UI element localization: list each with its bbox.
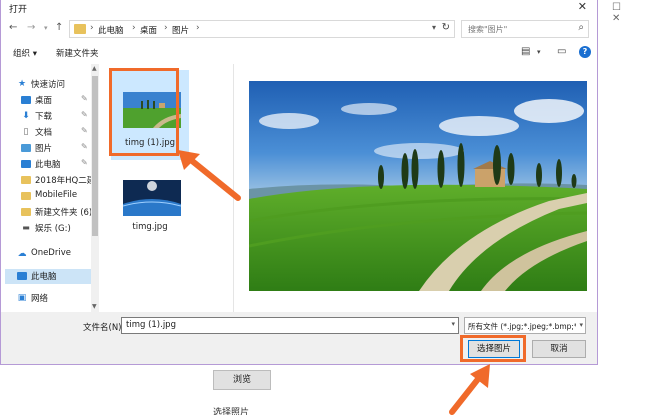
open-file-dialog: 打开 ✕ ← → ▾ ↑ › 此电脑 › 桌面 › 图片 › ▾ ↻ 搜索"图片… xyxy=(0,0,598,365)
chevron-down-icon[interactable]: ▾ xyxy=(537,48,541,56)
chevron-right-icon[interactable]: › xyxy=(164,23,168,33)
network-icon: ▣ xyxy=(17,293,27,303)
scroll-up-icon[interactable]: ▲ xyxy=(92,65,97,72)
breadcrumb-desktop[interactable]: 桌面 xyxy=(140,24,157,36)
chevron-down-icon[interactable]: ▾ xyxy=(579,321,583,329)
scroll-thumb[interactable] xyxy=(92,76,98,236)
navigation-bar: ← → ▾ ↑ › 此电脑 › 桌面 › 图片 › ▾ ↻ 搜索"图片" ⌕ xyxy=(1,16,597,42)
pin-icon[interactable]: ✎ xyxy=(81,158,88,167)
new-folder-button[interactable]: 新建文件夹 xyxy=(56,47,99,59)
toolbar: 组织 ▾ 新建文件夹 ▤ ▾ ▭ ? xyxy=(1,42,597,64)
pin-icon[interactable]: ✎ xyxy=(81,126,88,135)
navigation-pane: ★ 快速访问 桌面 ✎ ⬇ 下载 ✎ ▯ 文档 ✎ 图片 ✎ 此电脑 ✎ 201… xyxy=(1,64,99,312)
organize-button[interactable]: 组织 ▾ xyxy=(13,47,37,59)
refresh-icon[interactable]: ↻ xyxy=(442,22,450,33)
page: ☐ ✕ 打开 ✕ ← → ▾ ↑ › 此电脑 › 桌面 › 图片 › ▾ ↻ 搜… xyxy=(0,0,655,415)
desktop-icon xyxy=(21,96,31,104)
chevron-down-icon[interactable]: ▾ xyxy=(451,320,455,328)
annotation-arrow-icon xyxy=(178,150,241,201)
annotation-arrow-icon xyxy=(449,364,490,415)
earth-thumbnail-icon xyxy=(123,180,181,216)
pin-icon[interactable]: ✎ xyxy=(81,142,88,151)
folder-icon xyxy=(21,192,31,200)
breadcrumb-pictures[interactable]: 图片 xyxy=(172,24,189,36)
chevron-down-icon[interactable]: ▾ xyxy=(432,23,436,32)
content-area: ★ 快速访问 桌面 ✎ ⬇ 下载 ✎ ▯ 文档 ✎ 图片 ✎ 此电脑 ✎ 201… xyxy=(1,64,597,312)
folder-icon xyxy=(21,208,31,216)
chevron-right-icon[interactable]: › xyxy=(132,23,136,33)
preview-pane xyxy=(249,81,587,291)
nav-item-new-folder-6[interactable]: 新建文件夹 (6) xyxy=(21,205,91,220)
download-icon: ⬇ xyxy=(22,111,30,121)
recent-dropdown-icon[interactable]: ▾ xyxy=(44,24,48,32)
star-icon: ★ xyxy=(17,79,27,89)
window-controls-icon[interactable]: ☐ ✕ xyxy=(612,2,655,24)
nav-item-folder-hq[interactable]: 2018年HQ二建: xyxy=(21,173,91,188)
document-icon: ▯ xyxy=(23,127,29,137)
forward-arrow-icon[interactable]: → xyxy=(27,22,35,33)
nav-item-drive-g[interactable]: ▬ 娱乐 (G:) xyxy=(21,221,91,236)
nav-item-this-pc-main[interactable]: 此电脑 xyxy=(5,269,91,284)
select-photo-hint: 选择照片 xyxy=(213,408,250,415)
nav-item-onedrive[interactable]: ☁ OneDrive xyxy=(17,247,91,262)
filetype-select[interactable]: 所有文件 (*.jpg;*.jpeg;*.bmp;*. ▾ xyxy=(464,317,586,334)
close-icon[interactable]: ✕ xyxy=(578,0,587,13)
breadcrumb-this-pc[interactable]: 此电脑 xyxy=(98,24,124,36)
filename-value: timg (1).jpg xyxy=(126,320,176,330)
browse-button[interactable]: 浏览 xyxy=(213,370,271,390)
dialog-titlebar: 打开 ✕ xyxy=(1,0,597,16)
nav-item-mobilefile[interactable]: MobileFile xyxy=(21,189,91,204)
address-bar[interactable]: › 此电脑 › 桌面 › 图片 › ▾ ↻ xyxy=(69,20,455,38)
up-arrow-icon[interactable]: ↑ xyxy=(55,22,63,33)
file-name: timg.jpg xyxy=(132,222,168,232)
view-options-icon[interactable]: ▤ xyxy=(521,46,530,57)
scroll-down-icon[interactable]: ▼ xyxy=(92,303,97,310)
nav-scrollbar[interactable]: ▲ ▼ xyxy=(91,64,99,312)
chevron-right-icon[interactable]: › xyxy=(196,23,200,33)
highlight-box-button xyxy=(460,335,526,362)
folder-icon xyxy=(74,24,86,34)
nav-item-network[interactable]: ▣ 网络 xyxy=(17,291,91,306)
landscape-preview-image xyxy=(249,81,587,291)
picture-icon xyxy=(21,144,31,152)
filename-label: 文件名(N): xyxy=(83,323,125,333)
dialog-title: 打开 xyxy=(9,5,28,15)
pin-icon[interactable]: ✎ xyxy=(81,110,88,119)
highlight-box-file xyxy=(109,68,179,156)
cancel-button[interactable]: 取消 xyxy=(532,340,586,358)
pin-icon[interactable]: ✎ xyxy=(81,94,88,103)
back-arrow-icon[interactable]: ← xyxy=(9,22,17,33)
chevron-right-icon[interactable]: › xyxy=(90,23,94,33)
search-icon[interactable]: ⌕ xyxy=(578,22,584,33)
filename-input[interactable]: timg (1).jpg ▾ xyxy=(121,317,459,334)
cloud-icon: ☁ xyxy=(17,249,27,259)
preview-pane-icon[interactable]: ▭ xyxy=(557,46,566,57)
drive-icon: ▬ xyxy=(22,223,30,232)
file-thumbnail xyxy=(123,180,181,216)
computer-icon xyxy=(21,160,31,168)
search-placeholder: 搜索"图片" xyxy=(468,25,508,34)
help-icon[interactable]: ? xyxy=(579,46,591,58)
filetype-value: 所有文件 (*.jpg;*.jpeg;*.bmp;*. xyxy=(468,322,576,331)
folder-icon xyxy=(21,176,31,184)
search-input[interactable]: 搜索"图片" ⌕ xyxy=(461,20,589,38)
computer-icon xyxy=(17,272,27,280)
